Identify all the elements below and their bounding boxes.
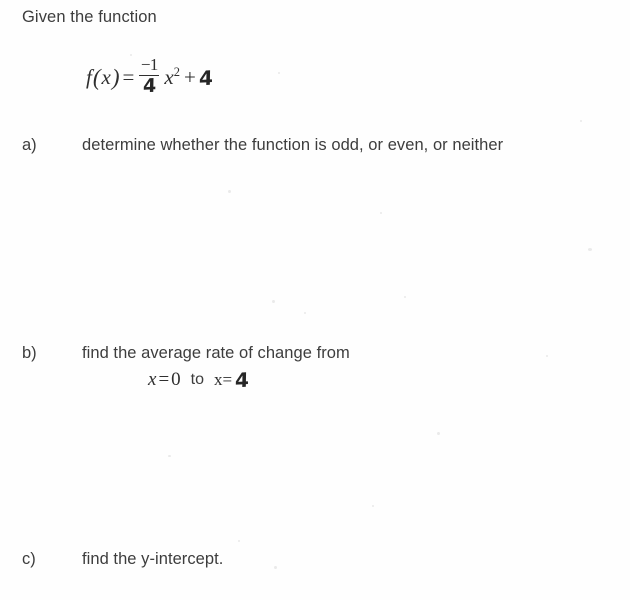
interval-expression: x = 0 to x= 4 bbox=[148, 367, 250, 393]
scan-speckle bbox=[168, 455, 171, 457]
function-argument: x bbox=[101, 65, 111, 90]
equals-sign: = bbox=[122, 65, 135, 90]
scan-speckle bbox=[588, 248, 592, 251]
question-label-a: a) bbox=[22, 136, 37, 154]
variable-term: x bbox=[164, 65, 174, 90]
question-text-b: find the average rate of change from bbox=[82, 344, 350, 362]
prompt-text: Given the function bbox=[22, 8, 157, 26]
scan-speckle bbox=[437, 432, 440, 435]
interval-start-variable: x bbox=[148, 369, 157, 390]
interval-end-variable: x= bbox=[214, 370, 233, 389]
scan-speckle bbox=[404, 296, 406, 298]
question-label-c: c) bbox=[22, 550, 36, 568]
scan-speckle bbox=[228, 190, 231, 193]
scan-speckle bbox=[304, 312, 306, 314]
scan-speckle bbox=[274, 566, 277, 569]
scan-speckle bbox=[372, 505, 374, 507]
interval-connector: to bbox=[190, 371, 204, 388]
fraction-numerator: −1 bbox=[140, 55, 159, 74]
interval-start-equals: = bbox=[158, 369, 170, 390]
fraction-denominator: 4 bbox=[142, 74, 157, 98]
close-paren: ) bbox=[111, 64, 120, 90]
scan-speckle bbox=[272, 300, 275, 303]
constant-term: 4 bbox=[198, 65, 213, 90]
coefficient-fraction: −1 4 bbox=[139, 55, 160, 98]
scan-speckle bbox=[278, 72, 280, 74]
open-paren: ( bbox=[92, 64, 101, 90]
question-text-a: determine whether the function is odd, o… bbox=[82, 136, 504, 154]
scanned-page: Given the function f ( x ) = −1 4 x2 + 4… bbox=[0, 0, 630, 600]
function-definition: f ( x ) = −1 4 x2 + 4 bbox=[86, 55, 213, 98]
scan-speckle bbox=[546, 355, 548, 357]
exponent: 2 bbox=[173, 65, 180, 80]
interval-end-value: 4 bbox=[234, 367, 250, 393]
scan-speckle bbox=[238, 540, 240, 542]
question-label-b: b) bbox=[22, 344, 37, 362]
interval-start-value: 0 bbox=[171, 369, 181, 390]
plus-sign: + bbox=[183, 65, 196, 90]
scan-speckle bbox=[380, 212, 382, 214]
question-text-c: find the y-intercept. bbox=[82, 550, 224, 568]
scan-speckle bbox=[580, 120, 582, 122]
scan-speckle bbox=[130, 54, 132, 56]
